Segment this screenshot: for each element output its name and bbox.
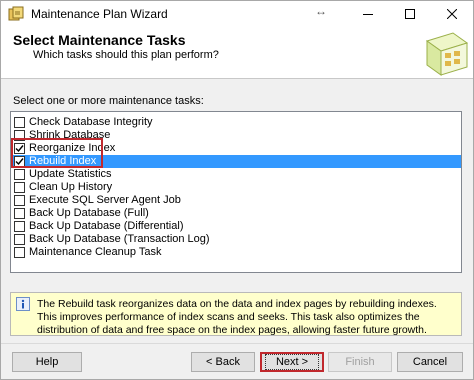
task-description-box: The Rebuild task reorganizes data on the… (10, 292, 462, 336)
task-checkbox[interactable] (14, 130, 25, 141)
task-item[interactable]: Check Database Integrity (11, 116, 461, 129)
cancel-button[interactable]: Cancel (397, 352, 463, 372)
task-checkbox[interactable] (14, 221, 25, 232)
task-item[interactable]: Maintenance Cleanup Task (11, 246, 461, 259)
task-label: Maintenance Cleanup Task (29, 246, 162, 258)
title-bar[interactable]: Maintenance Plan Wizard ↔ (1, 1, 473, 27)
task-checkbox[interactable] (14, 182, 25, 193)
app-icon (8, 6, 24, 22)
task-label: Clean Up History (29, 181, 113, 193)
maximize-icon[interactable] (389, 1, 431, 27)
wizard-header: Select Maintenance Tasks Which tasks sho… (1, 27, 473, 79)
task-label: Reorganize Index (29, 142, 116, 154)
task-item[interactable]: Back Up Database (Transaction Log) (11, 233, 461, 246)
next-button-label: Next > (264, 354, 320, 370)
task-checkbox[interactable] (14, 156, 25, 167)
help-button[interactable]: Help (12, 352, 82, 372)
task-label: Check Database Integrity (29, 116, 153, 128)
task-item[interactable]: Shrink Database (11, 129, 461, 142)
window-title: Maintenance Plan Wizard (31, 7, 168, 21)
task-item[interactable]: Back Up Database (Full) (11, 207, 461, 220)
minimize-icon[interactable] (347, 1, 389, 27)
footer-divider (1, 343, 473, 344)
task-item[interactable]: Execute SQL Server Agent Job (11, 194, 461, 207)
task-item[interactable]: Reorganize Index (11, 142, 461, 155)
task-checkbox[interactable] (14, 169, 25, 180)
wizard-window: Maintenance Plan Wizard ↔ Select Mainten… (0, 0, 474, 380)
task-checkbox[interactable] (14, 208, 25, 219)
task-checkbox[interactable] (14, 143, 25, 154)
task-description: The Rebuild task reorganizes data on the… (37, 298, 437, 336)
task-label: Back Up Database (Differential) (29, 220, 184, 232)
page-title: Select Maintenance Tasks (13, 32, 186, 48)
page-subtitle: Which tasks should this plan perform? (33, 49, 219, 61)
wizard-banner-icon (423, 29, 471, 79)
task-label: Execute SQL Server Agent Job (29, 194, 181, 206)
task-label: Back Up Database (Transaction Log) (29, 233, 210, 245)
task-checkbox[interactable] (14, 117, 25, 128)
task-checkbox[interactable] (14, 234, 25, 245)
task-checkbox[interactable] (14, 195, 25, 206)
task-item[interactable]: Back Up Database (Differential) (11, 220, 461, 233)
task-item[interactable]: Rebuild Index (11, 155, 461, 168)
task-label: Back Up Database (Full) (29, 207, 149, 219)
back-button[interactable]: < Back (191, 352, 255, 372)
task-item[interactable]: Clean Up History (11, 181, 461, 194)
task-label: Rebuild Index (29, 155, 97, 167)
task-list[interactable]: Check Database Integrity Shrink Database R… (10, 111, 462, 273)
task-checkbox[interactable] (14, 247, 25, 258)
finish-button[interactable]: Finish (328, 352, 392, 372)
task-item[interactable]: Update Statistics (11, 168, 461, 181)
next-button[interactable]: Next > (260, 352, 324, 372)
resize-arrow-icon: ↔ (315, 4, 327, 18)
close-icon[interactable] (431, 1, 473, 27)
task-label: Shrink Database (29, 129, 111, 141)
task-label: Update Statistics (29, 168, 112, 180)
info-icon (16, 297, 30, 311)
task-list-prompt: Select one or more maintenance tasks: (13, 95, 204, 107)
